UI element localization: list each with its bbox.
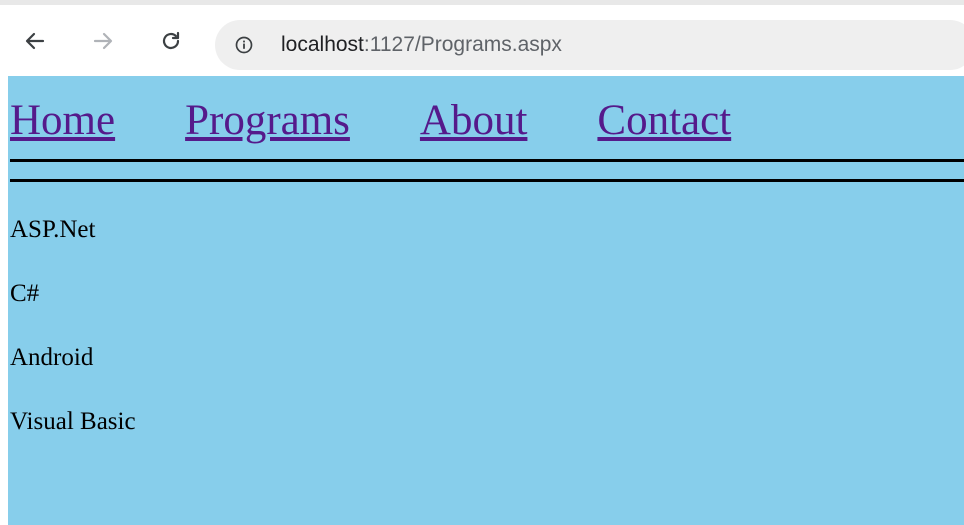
url-host: localhost [281,33,364,56]
arrow-right-icon [93,32,113,50]
nav-link-about[interactable]: About [420,97,528,144]
horizontal-rule [10,179,964,182]
program-item: Visual Basic [10,408,136,435]
program-item: ASP.Net [10,216,96,243]
program-list: ASP.Net C# Android Visual Basic [10,212,136,468]
horizontal-rule [10,159,964,162]
info-icon[interactable] [235,36,253,54]
nav-link-home[interactable]: Home [10,97,115,144]
url-text[interactable]: localhost:1127/Programs.aspx [281,32,562,58]
forward-button[interactable] [90,28,116,54]
nav-link-programs[interactable]: Programs [185,97,350,144]
program-item: C# [10,280,40,307]
top-menu: Home Programs About Contact [10,96,801,146]
url-path: :1127/Programs.aspx [363,33,562,56]
back-button[interactable] [22,28,48,54]
program-item: Android [10,344,94,371]
reload-icon [162,31,180,50]
address-bar[interactable]: localhost:1127/Programs.aspx [215,20,964,70]
page-content: Home Programs About Contact ASP.Net C# Andr… [8,76,964,525]
reload-button[interactable] [158,28,184,54]
arrow-left-icon [25,32,45,50]
browser-toolbar: localhost:1127/Programs.aspx [0,0,964,76]
nav-link-contact[interactable]: Contact [597,97,731,144]
